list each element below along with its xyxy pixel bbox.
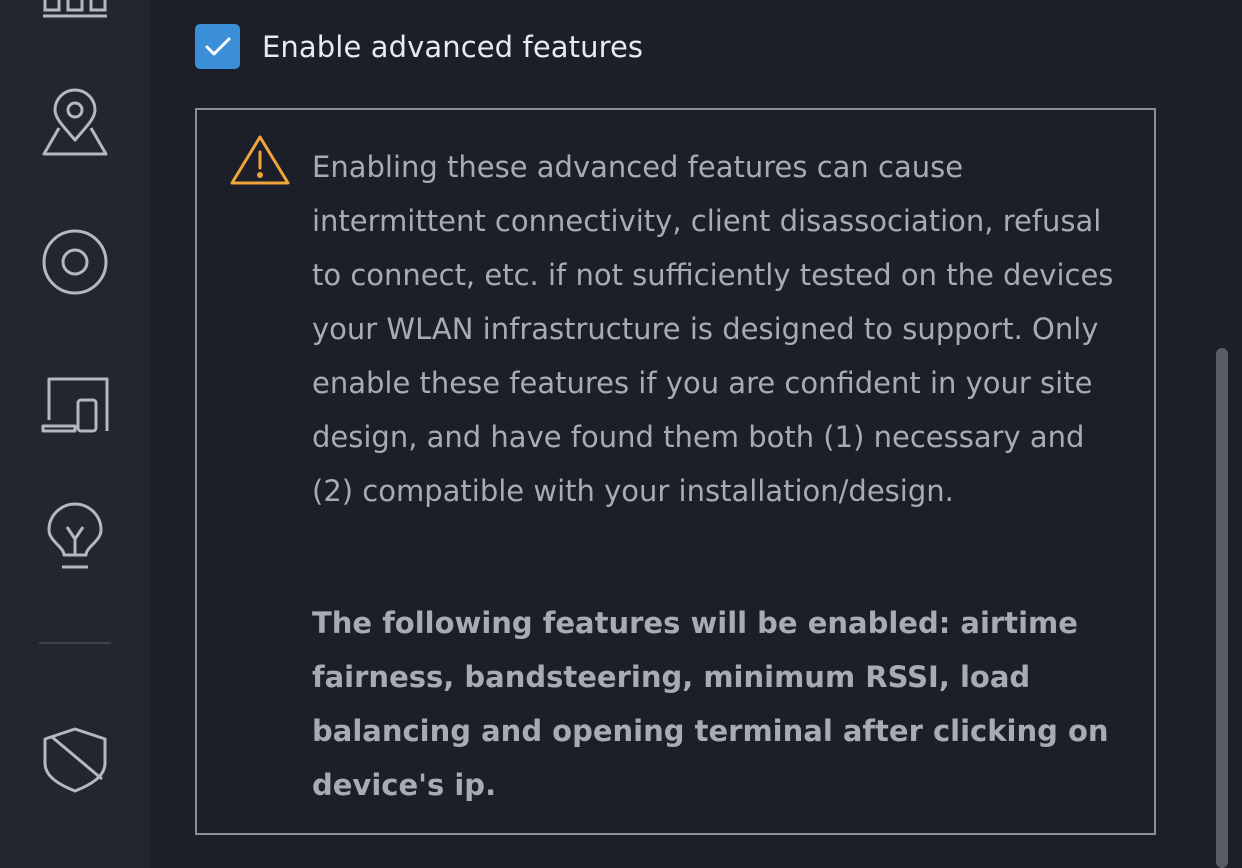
warning-message: Enabling these advanced features can cau…	[312, 150, 1114, 508]
sidebar-divider	[39, 642, 111, 644]
scrollbar-thumb[interactable]	[1216, 348, 1228, 868]
lightbulb-icon[interactable]	[46, 502, 104, 571]
map-pin-icon[interactable]	[42, 88, 108, 158]
devices-icon[interactable]	[41, 376, 109, 434]
sidebar	[0, 0, 150, 868]
warning-triangle-icon	[229, 134, 291, 190]
checkmark-icon	[205, 37, 230, 55]
target-circle-icon[interactable]	[41, 228, 109, 296]
warning-box: Enabling these advanced features can cau…	[195, 108, 1156, 835]
app-root: Enable advanced features Enabling these …	[0, 0, 1242, 868]
bar-chart-icon[interactable]	[43, 0, 107, 20]
checkbox-label: Enable advanced features	[262, 29, 644, 64]
advanced-features-checkbox[interactable]	[195, 24, 240, 69]
features-note: The following features will be enabled: …	[312, 606, 1109, 802]
advanced-features-toggle[interactable]: Enable advanced features	[195, 24, 643, 69]
main-content: Enable advanced features Enabling these …	[150, 0, 1242, 868]
shield-icon[interactable]	[42, 727, 108, 793]
